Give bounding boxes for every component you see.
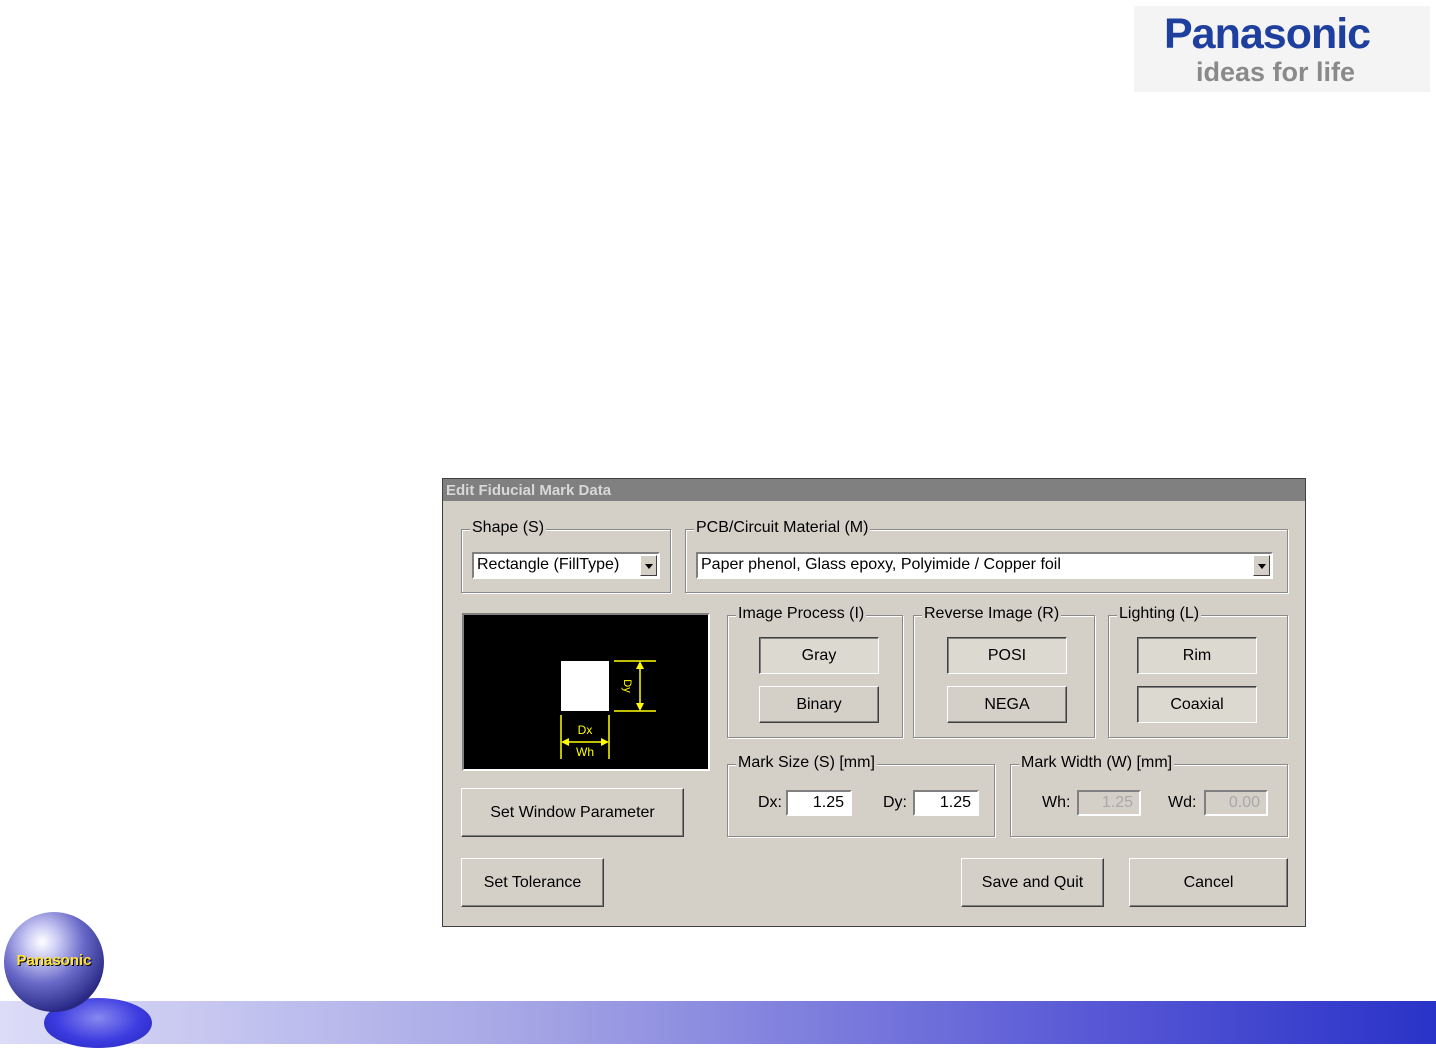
shape-group: Shape (S) Rectangle (FillType) [461,519,671,593]
image-process-group: Image Process (I) Gray Binary [727,605,903,738]
footer-band [0,1001,1436,1044]
reverse-image-group: Reverse Image (R) POSI NEGA [913,605,1095,738]
mark-width-wd-label: Wd: [1168,794,1197,811]
set-tolerance-button[interactable]: Set Tolerance [461,858,604,907]
material-group: PCB/Circuit Material (M) Paper phenol, G… [685,519,1288,593]
image-process-group-label: Image Process (I) [736,605,867,623]
chevron-down-icon [645,564,653,569]
mark-width-wh-input: 1.25 [1077,790,1141,816]
mark-width-wh-label: Wh: [1042,794,1071,811]
material-dropdown[interactable]: Paper phenol, Glass epoxy, Polyimide / C… [696,552,1273,579]
posi-button[interactable]: POSI [947,637,1067,674]
mark-size-dx-label: Dx: [758,794,782,811]
cancel-button[interactable]: Cancel [1129,858,1288,907]
wh-label: Wh [576,745,594,759]
title-bar: Edit Fiducial Mark Data [443,479,1305,501]
set-window-parameter-button[interactable]: Set Window Parameter [461,788,684,837]
dialog-title: Edit Fiducial Mark Data [446,482,612,499]
shape-group-label: Shape (S) [470,519,547,537]
mark-size-dy-input[interactable]: 1.25 [913,790,979,816]
mark-preview: Dy Dx Wh [462,613,710,771]
mark-size-dy-label: Dy: [883,794,907,811]
gray-button[interactable]: Gray [759,637,879,674]
chevron-down-icon [1258,564,1266,569]
reverse-image-group-label: Reverse Image (R) [922,605,1062,623]
mark-width-group-label: Mark Width (W) [mm] [1019,754,1175,772]
brand-name: Panasonic [1164,10,1371,58]
mark-square [561,661,609,711]
rim-button[interactable]: Rim [1137,637,1257,674]
material-value: Paper phenol, Glass epoxy, Polyimide / C… [701,556,1061,573]
brand-slogan: ideas for life [1196,57,1356,87]
dx-label: Dx [578,723,593,737]
mark-size-dx-input[interactable]: 1.25 [786,790,852,816]
shape-dropdown-button[interactable] [640,555,657,576]
shape-value: Rectangle (FillType) [477,556,620,573]
panasonic-globe-logo: Panasonic [4,912,104,1012]
lighting-group: Lighting (L) Rim Coaxial [1108,605,1288,738]
mark-width-wd-input: 0.00 [1204,790,1268,816]
mark-size-group-label: Mark Size (S) [mm] [736,754,877,772]
lighting-group-label: Lighting (L) [1117,605,1202,623]
panasonic-logo: Panasonic ideas for life [1134,6,1430,92]
save-and-quit-button[interactable]: Save and Quit [961,858,1104,907]
material-dropdown-button[interactable] [1253,555,1270,576]
mark-size-group: Mark Size (S) [mm] Dx: 1.25 Dy: 1.25 [727,754,995,837]
coaxial-button[interactable]: Coaxial [1137,686,1257,723]
shape-dropdown[interactable]: Rectangle (FillType) [472,552,660,579]
mark-diagram: Dy Dx Wh [560,660,656,759]
binary-button[interactable]: Binary [759,686,879,723]
dy-label: Dy [621,679,633,693]
edit-fiducial-mark-dialog: Edit Fiducial Mark Data Shape (S) Rectan… [442,478,1306,927]
globe-logo-label: Panasonic [16,952,92,969]
material-group-label: PCB/Circuit Material (M) [694,519,871,537]
mark-width-group: Mark Width (W) [mm] Wh: 1.25 Wd: 0.00 [1010,754,1288,837]
nega-button[interactable]: NEGA [947,686,1067,723]
